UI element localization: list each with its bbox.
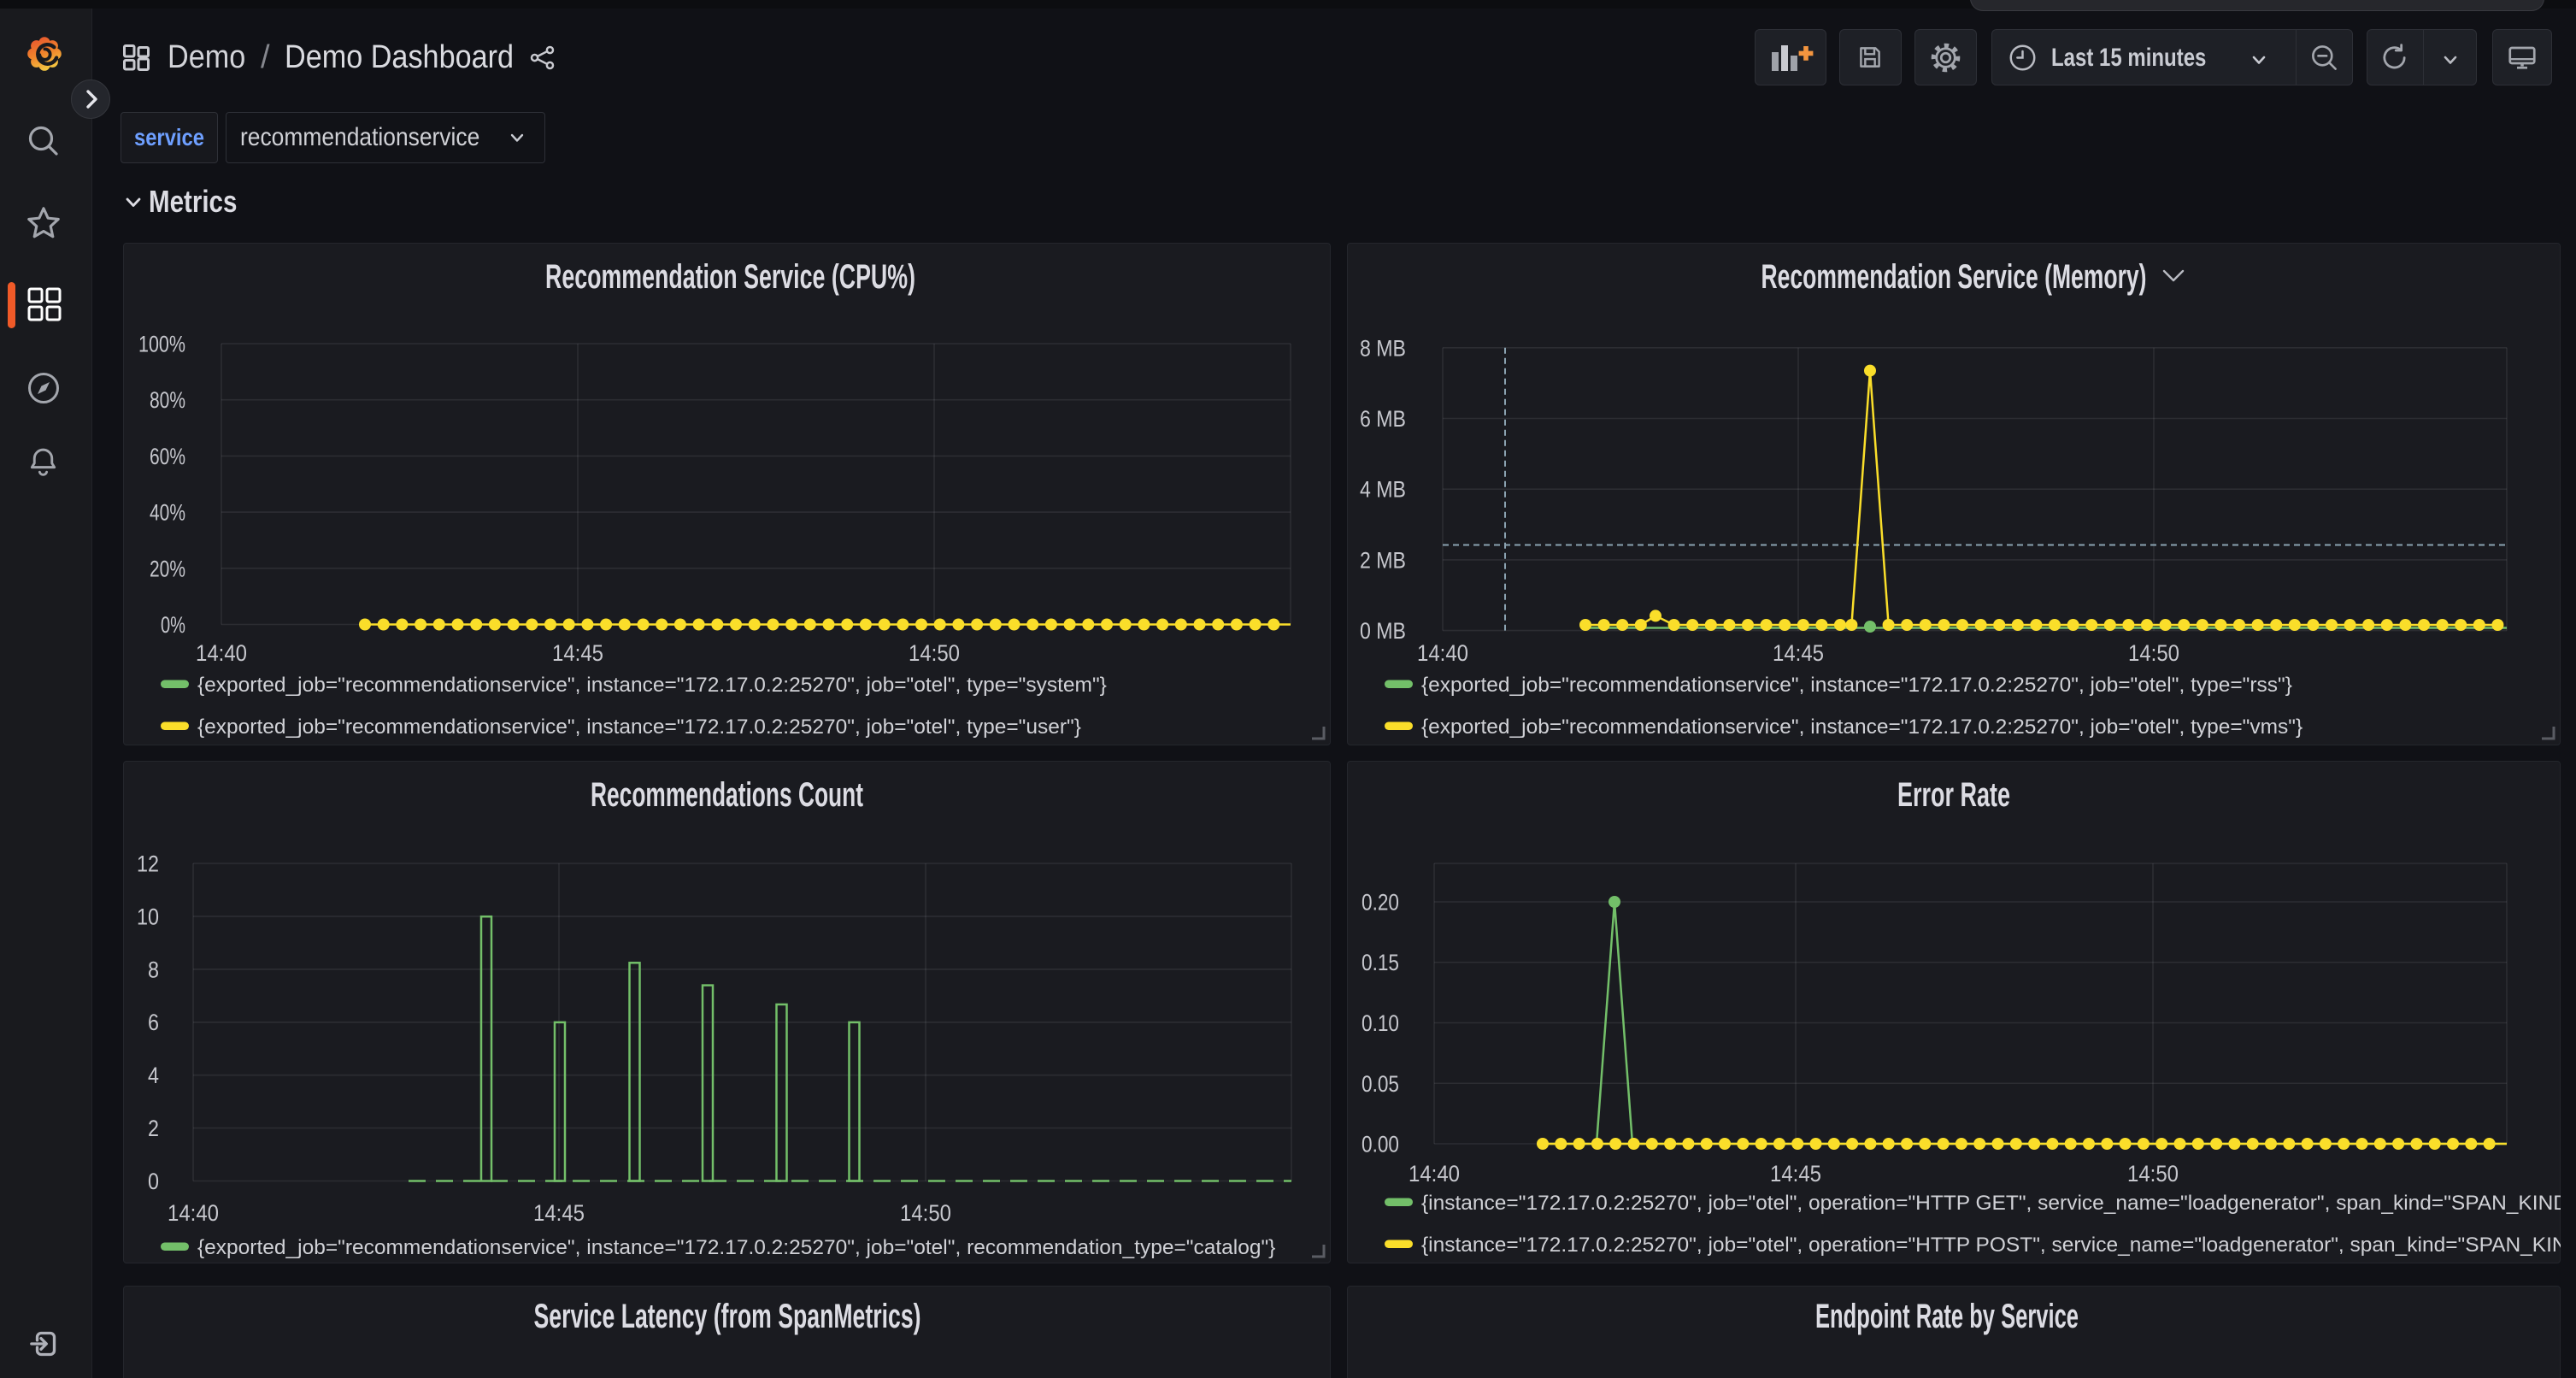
svg-text:Recommendation Service (CPU%): Recommendation Service (CPU%): [545, 258, 915, 296]
svg-text:0.10: 0.10: [1362, 1010, 1399, 1036]
svg-text:Recommendation Service (Memory: Recommendation Service (Memory): [1761, 258, 2147, 296]
svg-text:0.05: 0.05: [1362, 1071, 1399, 1097]
svg-text:14:50: 14:50: [2127, 1161, 2179, 1187]
svg-text:10: 10: [137, 904, 159, 929]
svg-text:Endpoint Rate by Service: Endpoint Rate by Service: [1815, 1298, 2079, 1335]
svg-text:100%: 100%: [138, 332, 185, 357]
svg-text:6 MB: 6 MB: [1360, 406, 1406, 432]
svg-text:12: 12: [137, 851, 159, 877]
svg-text:14:40: 14:40: [196, 640, 247, 666]
svg-text:2 MB: 2 MB: [1360, 547, 1406, 573]
svg-text:0%: 0%: [161, 612, 185, 638]
svg-text:14:45: 14:45: [1770, 1161, 1821, 1187]
svg-text:14:45: 14:45: [552, 640, 603, 666]
svg-text:2: 2: [148, 1116, 159, 1141]
svg-text:14:45: 14:45: [533, 1200, 585, 1226]
svg-text:0.20: 0.20: [1362, 890, 1399, 916]
svg-text:4 MB: 4 MB: [1360, 477, 1406, 503]
svg-text:{exported_job="recommendations: {exported_job="recommendationservice", i…: [197, 674, 1107, 697]
svg-text:{instance="172.17.0.2:25270",: {instance="172.17.0.2:25270", job="otel"…: [1421, 1192, 2561, 1215]
svg-text:80%: 80%: [150, 387, 185, 413]
svg-text:60%: 60%: [150, 444, 185, 469]
svg-text:8 MB: 8 MB: [1360, 335, 1406, 361]
svg-text:6: 6: [148, 1010, 159, 1035]
svg-text:20%: 20%: [150, 556, 185, 581]
svg-text:0.00: 0.00: [1362, 1132, 1399, 1157]
svg-text:0: 0: [148, 1169, 159, 1194]
svg-text:14:50: 14:50: [2128, 640, 2179, 666]
svg-text:14:40: 14:40: [168, 1200, 219, 1226]
svg-text:Recommendations Count: Recommendations Count: [591, 776, 863, 814]
svg-text:4: 4: [148, 1063, 159, 1088]
svg-text:Error Rate: Error Rate: [1897, 776, 2010, 814]
svg-text:Service Latency (from SpanMetr: Service Latency (from SpanMetrics): [534, 1298, 921, 1335]
svg-text:14:50: 14:50: [909, 640, 960, 666]
svg-text:40%: 40%: [150, 500, 185, 526]
svg-text:0.15: 0.15: [1362, 950, 1399, 975]
svg-text:0 MB: 0 MB: [1360, 618, 1406, 644]
svg-text:{exported_job="recommendations: {exported_job="recommendationservice", i…: [1421, 716, 2303, 739]
svg-text:8: 8: [148, 957, 159, 982]
svg-text:14:40: 14:40: [1417, 640, 1468, 666]
svg-text:14:50: 14:50: [900, 1200, 951, 1226]
svg-text:14:45: 14:45: [1773, 640, 1824, 666]
svg-text:{exported_job="recommendations: {exported_job="recommendationservice", i…: [1421, 674, 2292, 697]
svg-text:14:40: 14:40: [1409, 1161, 1460, 1187]
svg-text:{instance="172.17.0.2:25270",: {instance="172.17.0.2:25270", job="otel"…: [1421, 1234, 2561, 1257]
svg-text:{exported_job="recommendations: {exported_job="recommendationservice", i…: [197, 716, 1081, 739]
svg-text:{exported_job="recommendations: {exported_job="recommendationservice", i…: [197, 1236, 1275, 1259]
